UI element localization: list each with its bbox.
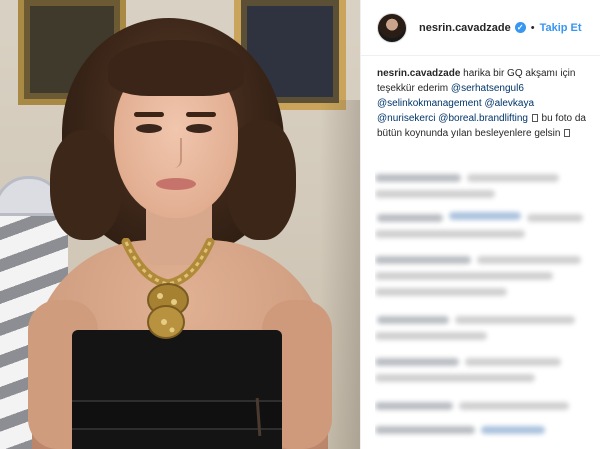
header-separator: •: [530, 21, 535, 34]
snake-necklace: [121, 238, 215, 339]
blurred-comment-line: [377, 214, 443, 222]
fringe: [108, 40, 244, 96]
lips: [156, 178, 196, 190]
blurred-comment-line: [375, 174, 461, 182]
mention-boreal-brandlifting[interactable]: @boreal.brandlifting: [438, 113, 528, 124]
author-avatar[interactable]: [377, 12, 407, 43]
right-eye: [186, 124, 212, 133]
mention-alevkaya[interactable]: @alevkaya: [484, 98, 534, 109]
author-username[interactable]: nesrin.cavadzade: [419, 22, 511, 34]
emoji-placeholder-icon: [531, 114, 538, 122]
blurred-comment-line: [375, 402, 453, 410]
nose: [172, 138, 182, 168]
blurred-comment-line: [455, 316, 575, 324]
blurred-comment-line: [465, 358, 561, 366]
mention-nurisekerci[interactable]: @nurisekerci: [377, 113, 436, 124]
hair-curl-left: [50, 130, 122, 240]
blurred-comment-line: [375, 332, 487, 340]
post-photo[interactable]: [0, 0, 360, 449]
blurred-comment-line: [481, 426, 545, 434]
blurred-comment-line: [467, 174, 559, 182]
blurred-comment-line: [449, 212, 521, 220]
caption-username[interactable]: nesrin.cavadzade: [377, 68, 460, 79]
blurred-comments: [375, 168, 599, 449]
post-caption: nesrin.cavadzade harika bir GQ akşamı iç…: [377, 66, 591, 141]
follow-button[interactable]: Takip Et: [540, 22, 582, 34]
post-header: nesrin.cavadzade ✓ • Takip Et: [361, 0, 600, 56]
blurred-comment-line: [375, 358, 459, 366]
blurred-comment-line: [375, 256, 471, 264]
right-eyebrow: [186, 112, 216, 117]
blurred-comment-line: [375, 374, 535, 382]
blurred-comment-line: [375, 230, 525, 238]
black-dress: [72, 330, 282, 449]
mention-selinkokmanagement[interactable]: @selinkokmanagement: [377, 98, 482, 109]
blurred-comment-line: [375, 190, 495, 198]
blurred-comment-line: [527, 214, 583, 222]
verified-check-icon: ✓: [514, 22, 526, 33]
blurred-comment-line: [375, 288, 507, 296]
blurred-comment-line: [459, 402, 569, 410]
blurred-comment-line: [377, 316, 449, 324]
dress-belt: [72, 400, 282, 430]
instagram-post: nesrin.cavadzade ✓ • Takip Et nesrin.cav…: [0, 0, 600, 449]
left-eye: [136, 124, 162, 133]
post-side-panel: nesrin.cavadzade ✓ • Takip Et nesrin.cav…: [360, 0, 600, 449]
emoji-placeholder-icon: [564, 129, 571, 137]
blurred-comment-line: [477, 256, 581, 264]
blurred-comment-line: [375, 272, 553, 280]
left-eyebrow: [134, 112, 164, 117]
mention-serhatsengul6[interactable]: @serhatsengul6: [451, 83, 524, 94]
blurred-comment-line: [375, 426, 475, 434]
